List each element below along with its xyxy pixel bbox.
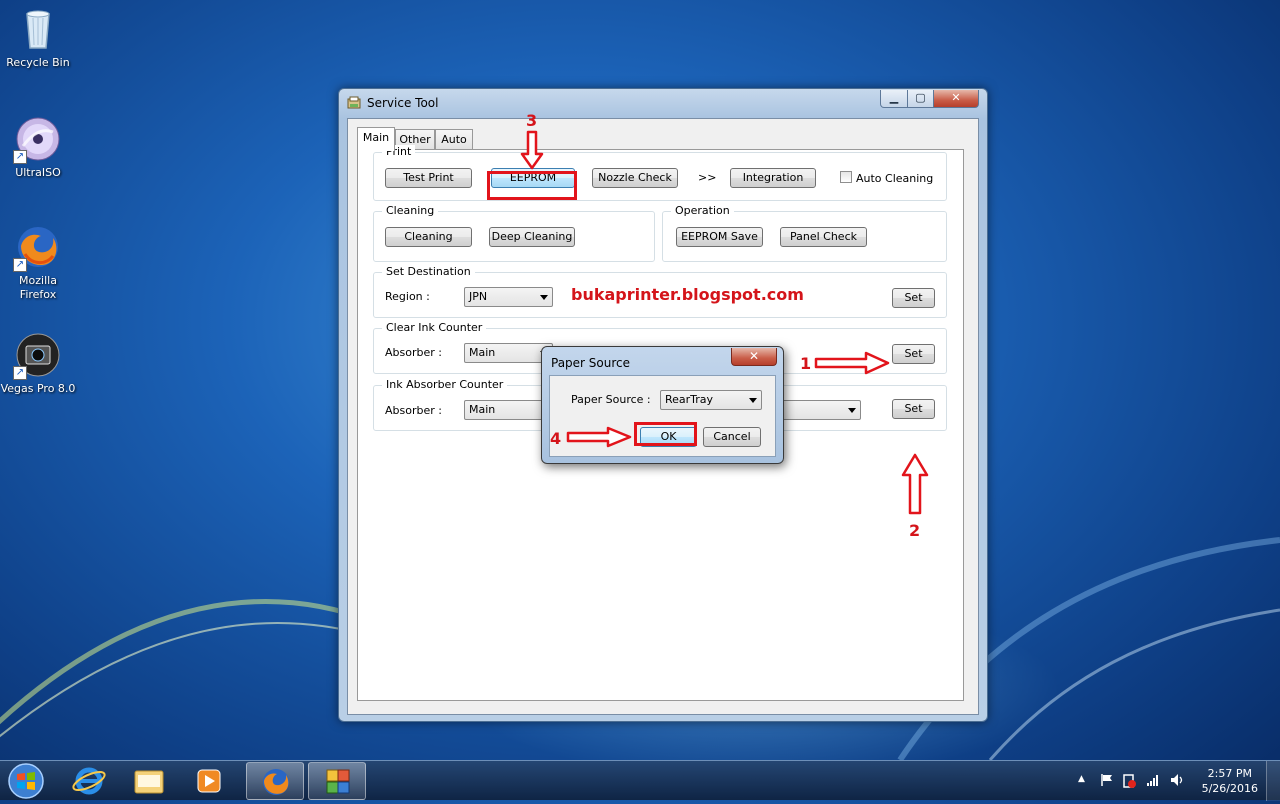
cleaning-group-label: Cleaning bbox=[382, 204, 439, 217]
ink-absorber-value: Main bbox=[469, 403, 496, 416]
chevron-down-icon bbox=[848, 408, 856, 413]
desktop-icon-label: UltraISO bbox=[15, 166, 61, 179]
integration-button[interactable]: Integration bbox=[730, 168, 816, 188]
desktop-icon-ultraiso[interactable]: ↗ UltraISO bbox=[0, 116, 76, 180]
step-4-arrow bbox=[566, 426, 632, 448]
desktop-icon-label: Vegas Pro 8.0 bbox=[0, 382, 76, 395]
window-title: Service Tool bbox=[367, 96, 439, 110]
ink-absorber-counter-label: Ink Absorber Counter bbox=[382, 378, 508, 391]
region-value: JPN bbox=[469, 290, 488, 303]
firefox-icon bbox=[263, 769, 289, 795]
ok-highlight bbox=[634, 422, 697, 446]
step-3-arrow bbox=[520, 130, 544, 170]
folder-icon bbox=[134, 770, 164, 794]
tab-auto[interactable]: Auto bbox=[435, 129, 473, 150]
clear-ink-counter-set-button[interactable]: Set bbox=[892, 344, 935, 364]
step-1-label: 1 bbox=[800, 354, 812, 373]
region-label: Region : bbox=[385, 290, 430, 303]
shortcut-arrow-icon: ↗ bbox=[13, 258, 27, 272]
vegas-icon: ↗ bbox=[13, 332, 61, 380]
absorber-label: Absorber : bbox=[385, 404, 442, 417]
taskbar-firefox-button[interactable] bbox=[246, 762, 304, 800]
app-icon bbox=[347, 96, 361, 110]
dialog-close-button[interactable]: ✕ bbox=[731, 348, 777, 366]
taskbar-clock[interactable]: 2:57 PM 5/26/2016 bbox=[1202, 766, 1258, 796]
disc-icon: ↗ bbox=[13, 116, 61, 164]
panel-check-button[interactable]: Panel Check bbox=[780, 227, 867, 247]
step-1-arrow bbox=[814, 351, 890, 375]
test-print-button[interactable]: Test Print bbox=[385, 168, 472, 188]
start-button[interactable] bbox=[4, 762, 48, 800]
paper-source-value: RearTray bbox=[665, 393, 714, 406]
paper-source-dropdown[interactable]: RearTray bbox=[660, 390, 762, 410]
step-4-label: 4 bbox=[550, 429, 562, 448]
firefox-icon: ↗ bbox=[13, 224, 61, 272]
set-destination-label: Set Destination bbox=[382, 265, 475, 278]
clear-absorber-value: Main bbox=[469, 346, 496, 359]
taskbar: ▲ 2:57 PM 5/26/2016 bbox=[0, 760, 1280, 801]
cleaning-group: Cleaning Cleaning Deep Cleaning bbox=[373, 204, 655, 262]
close-button[interactable]: ✕ bbox=[934, 90, 979, 108]
recycle-bin-icon bbox=[15, 6, 61, 52]
eeprom-save-button[interactable]: EEPROM Save bbox=[676, 227, 763, 247]
chevron-down-icon bbox=[749, 398, 757, 403]
desktop-icon-vegas-pro[interactable]: ↗ Vegas Pro 8.0 bbox=[0, 332, 76, 396]
absorber-label: Absorber : bbox=[385, 346, 442, 359]
chevron-down-icon bbox=[540, 295, 548, 300]
watermark-text: bukaprinter.blogspot.com bbox=[571, 285, 804, 304]
minimize-button[interactable]: ▁ bbox=[880, 90, 908, 108]
clear-absorber-dropdown[interactable]: Main bbox=[464, 343, 553, 363]
operation-group-label: Operation bbox=[671, 204, 734, 217]
desktop-icon-recycle-bin[interactable]: Recycle Bin bbox=[0, 6, 76, 70]
desktop-icon-label: Recycle Bin bbox=[6, 56, 70, 69]
paper-source-label: Paper Source : bbox=[571, 393, 651, 406]
clear-ink-counter-label: Clear Ink Counter bbox=[382, 321, 487, 334]
desktop-icon-label: Mozilla Firefox bbox=[19, 274, 57, 301]
dialog-title: Paper Source bbox=[551, 356, 631, 370]
step-2-label: 2 bbox=[909, 521, 921, 540]
set-destination-set-button[interactable]: Set bbox=[892, 288, 935, 308]
taskbar-explorer-button[interactable] bbox=[120, 762, 178, 800]
auto-cleaning-label: Auto Cleaning bbox=[856, 172, 934, 185]
media-player-icon bbox=[197, 769, 221, 793]
internet-explorer-icon bbox=[72, 767, 106, 795]
network-signal-icon[interactable] bbox=[1146, 773, 1160, 787]
volume-icon[interactable] bbox=[1170, 773, 1186, 787]
windows-logo-icon bbox=[8, 763, 44, 799]
taskbar-service-tool-button[interactable] bbox=[308, 762, 366, 800]
eeprom-highlight bbox=[487, 171, 577, 200]
nozzle-check-button[interactable]: Nozzle Check bbox=[592, 168, 678, 188]
system-tray: ▲ bbox=[1074, 761, 1194, 801]
taskbar-ie-button[interactable] bbox=[60, 762, 118, 800]
maximize-button[interactable]: ▢ bbox=[908, 90, 934, 108]
chevrons-label: >> bbox=[698, 171, 717, 184]
shortcut-arrow-icon: ↗ bbox=[13, 366, 27, 380]
clock-date: 5/26/2016 bbox=[1201, 782, 1258, 795]
action-center-flag-icon[interactable] bbox=[1100, 773, 1114, 787]
deep-cleaning-button[interactable]: Deep Cleaning bbox=[489, 227, 575, 247]
show-hidden-icons-button[interactable]: ▲ bbox=[1078, 774, 1085, 784]
taskbar-media-player-button[interactable] bbox=[180, 762, 238, 800]
step-2-arrow bbox=[901, 453, 929, 515]
print-group: Print Test Print EEPROM Nozzle Check >> … bbox=[373, 145, 947, 201]
cleaning-button[interactable]: Cleaning bbox=[385, 227, 472, 247]
service-tool-icon bbox=[326, 769, 350, 794]
power-icon[interactable] bbox=[1122, 773, 1136, 789]
window-controls: ▁ ▢ ✕ bbox=[880, 90, 979, 108]
step-3-label: 3 bbox=[526, 111, 538, 130]
operation-group: Operation EEPROM Save Panel Check bbox=[662, 204, 947, 262]
tab-main[interactable]: Main bbox=[357, 127, 395, 151]
cancel-button[interactable]: Cancel bbox=[703, 427, 761, 447]
auto-cleaning-checkbox[interactable] bbox=[840, 171, 852, 183]
region-dropdown[interactable]: JPN bbox=[464, 287, 553, 307]
clock-time: 2:57 PM bbox=[1207, 767, 1252, 780]
show-desktop-button[interactable] bbox=[1266, 761, 1280, 801]
desktop-icon-firefox[interactable]: ↗ Mozilla Firefox bbox=[0, 224, 76, 302]
shortcut-arrow-icon: ↗ bbox=[13, 150, 27, 164]
ink-absorber-counter-set-button[interactable]: Set bbox=[892, 399, 935, 419]
